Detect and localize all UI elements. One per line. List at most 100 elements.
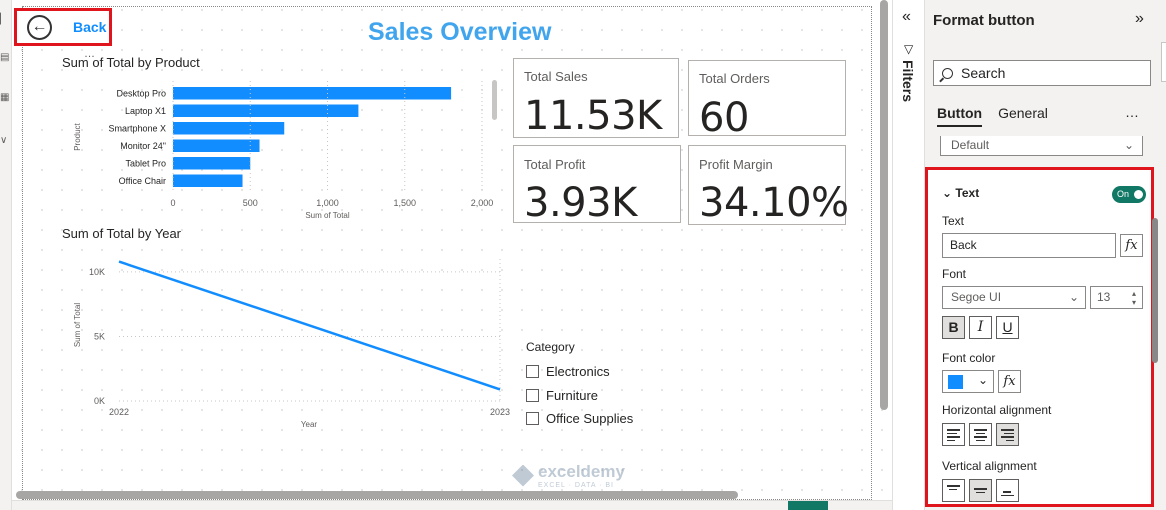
category-slicer: Category Electronics Furniture Office Su…: [526, 340, 633, 431]
bar-category-label: Desktop Pro: [116, 89, 166, 99]
filter-funnel-icon: ▽: [904, 42, 914, 56]
color-swatch: [948, 375, 963, 389]
back-button[interactable]: ← Back: [14, 8, 112, 46]
bar-chart[interactable]: Desktop Pro Laptop X1 Smartphone X Monitor …: [52, 75, 502, 225]
canvas-vertical-scrollbar[interactable]: [880, 0, 888, 410]
checkbox[interactable]: [526, 365, 539, 379]
power-bi-window: ▏ ▤ ▦ ∨ ← Back … Sales Overview Sum of T…: [0, 0, 1166, 510]
font-family-value: Segoe UI: [951, 290, 1002, 304]
more-options-icon[interactable]: …: [1125, 104, 1140, 120]
align-left-button[interactable]: [942, 423, 965, 446]
x-tick-label: 1,000: [316, 198, 339, 208]
chevron-down-icon: ⌄: [1068, 290, 1079, 304]
state-dropdown[interactable]: Default ⌄: [940, 136, 1143, 156]
x-tick-label: 2,000: [471, 198, 494, 208]
italic-button[interactable]: I: [969, 316, 992, 339]
filters-pane-collapsed[interactable]: « ▽ Filters: [892, 0, 925, 510]
align-middle-button[interactable]: [969, 479, 992, 502]
chevron-down-icon: ⌄: [1123, 138, 1134, 152]
collapse-pane-icon[interactable]: »: [1135, 10, 1144, 28]
line-chart-title: Sum of Total by Year: [62, 226, 182, 241]
align-right-button[interactable]: [996, 423, 1019, 446]
search-placeholder: Search: [961, 65, 1006, 81]
x-axis-title: Year: [301, 420, 318, 429]
tab-button[interactable]: Button: [937, 105, 983, 127]
bold-button[interactable]: B: [942, 316, 965, 339]
x-tick-label: 500: [243, 198, 258, 208]
watermark-name: exceldemy: [538, 462, 625, 481]
report-title: Sales Overview: [368, 18, 552, 46]
card-profit-margin[interactable]: Profit Margin 34.10%: [688, 145, 849, 226]
bar: [173, 122, 285, 135]
expand-chevron-icon[interactable]: «: [902, 8, 911, 26]
card-value: 34.10%: [699, 180, 849, 226]
card-value: 3.93K: [524, 180, 637, 226]
report-view-icon[interactable]: ▏: [0, 14, 8, 25]
card-label: Total Profit: [524, 157, 586, 172]
tab-general[interactable]: General: [998, 105, 1048, 127]
y-axis-title: Product: [73, 122, 82, 150]
slicer-option-label: Office Supplies: [546, 411, 634, 427]
checkbox[interactable]: [526, 412, 539, 426]
checkbox[interactable]: [526, 388, 539, 402]
bar: [173, 139, 260, 152]
format-pane-scrollbar[interactable]: [1152, 218, 1158, 363]
stepper-arrows-icon[interactable]: ▴ ▾: [1132, 289, 1136, 307]
card-total-orders[interactable]: Total Orders 60: [688, 60, 846, 141]
slicer-header: Category: [526, 340, 575, 354]
state-dropdown-value: Default: [951, 138, 990, 152]
bar-chart-scrollbar[interactable]: [492, 80, 497, 120]
slicer-option-electronics[interactable]: Electronics: [526, 360, 633, 384]
text-toggle[interactable]: On: [1112, 186, 1146, 203]
bar: [173, 104, 359, 117]
search-input[interactable]: Search: [933, 60, 1151, 86]
align-bottom-button[interactable]: [996, 479, 1019, 502]
underline-button[interactable]: U: [996, 316, 1019, 339]
bar-category-label: Tablet Pro: [125, 159, 166, 169]
text-section-header[interactable]: ⌄ Text: [942, 186, 979, 200]
card-total-profit[interactable]: Total Profit 3.93K: [513, 145, 681, 226]
x-axis-title: Sum of Total: [305, 211, 350, 220]
bar-category-label: Monitor 24": [120, 141, 166, 151]
align-center-button[interactable]: [969, 423, 992, 446]
text-section-title: Text: [955, 186, 980, 200]
bar-category-label: Smartphone X: [108, 124, 166, 134]
slicer-option-label: Electronics: [546, 364, 610, 380]
align-top-button[interactable]: [942, 479, 965, 502]
font-color-picker[interactable]: ⌄: [942, 370, 994, 393]
font-family-dropdown[interactable]: Segoe UI ⌄: [942, 286, 1086, 309]
dax-view-icon[interactable]: ∨: [0, 135, 7, 146]
back-button-label: Back: [73, 19, 107, 35]
line-series: [118, 260, 501, 391]
vertical-alignment-label: Vertical alignment: [942, 459, 1037, 473]
card-total-sales[interactable]: Total Sales 11.53K: [513, 58, 679, 139]
y-tick-label: 5K: [94, 331, 105, 341]
exceldemy-watermark: exceldemy EXCEL · DATA · BI: [512, 462, 625, 489]
slicer-option-office-supplies[interactable]: Office Supplies: [526, 407, 633, 431]
page-tabs-strip: [12, 500, 892, 510]
chevron-down-icon: ⌄: [942, 186, 953, 200]
font-color-label: Font color: [942, 351, 996, 365]
watermark-tagline: EXCEL · DATA · BI: [538, 482, 614, 489]
card-label: Total Sales: [524, 69, 588, 84]
pane-side-tab[interactable]: [1161, 42, 1166, 82]
font-size-stepper[interactable]: 13 ▴ ▾: [1090, 286, 1143, 309]
slicer-option-furniture[interactable]: Furniture: [526, 384, 633, 408]
filters-label: Filters: [900, 60, 916, 103]
bar-category-label: Laptop X1: [125, 106, 166, 116]
line-chart[interactable]: 10K 5K 0K 2022 2023 Year Sum of Total: [52, 245, 512, 435]
card-label: Total Orders: [699, 71, 770, 86]
fx-conditional-icon[interactable]: fx: [998, 370, 1021, 393]
page-tab-active[interactable]: [788, 501, 828, 510]
y-tick-label: 10K: [89, 267, 105, 277]
x-tick-label: 0: [170, 198, 175, 208]
model-view-icon[interactable]: ▦: [0, 92, 9, 103]
fx-conditional-icon[interactable]: fx: [1120, 234, 1143, 257]
button-text-input[interactable]: Back: [942, 233, 1116, 258]
canvas-horizontal-scrollbar[interactable]: [16, 491, 738, 499]
table-view-icon[interactable]: ▤: [0, 52, 9, 63]
y-axis-title: Sum of Total: [73, 303, 82, 348]
x-tick-label: 2023: [490, 407, 510, 417]
text-settings-section: ⌄ Text On Text Back fx Font Segoe UI ⌄ 1…: [925, 167, 1154, 507]
horizontal-alignment-label: Horizontal alignment: [942, 403, 1052, 417]
